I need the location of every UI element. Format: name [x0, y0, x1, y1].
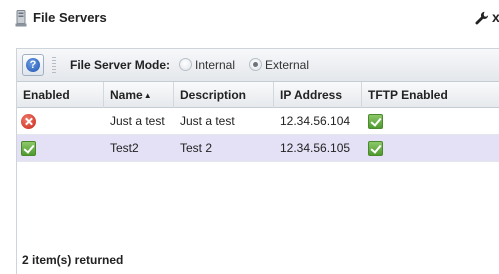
mode-external-radio[interactable] [249, 58, 262, 71]
tftp-enabled-cell [362, 135, 499, 162]
tftp-enabled-cell [362, 108, 499, 135]
file-server-mode-label: File Server Mode: [70, 58, 171, 72]
server-icon [15, 10, 27, 27]
help-icon: ? [26, 58, 40, 72]
toolbar: ? File Server Mode: Internal External [17, 49, 499, 82]
name-cell: Just a test [110, 114, 165, 128]
file-servers-panel: ? File Server Mode: Internal External En… [16, 48, 499, 274]
ip-address-cell: 12.34.56.105 [280, 141, 351, 155]
checkmark-icon [21, 141, 36, 156]
close-icon[interactable]: x [492, 9, 499, 25]
title-bar: File Servers x [0, 0, 499, 36]
window-title: File Servers [33, 10, 107, 25]
checkmark-icon [368, 114, 383, 129]
checkmark-icon [368, 141, 383, 156]
name-cell: Test2 [110, 141, 139, 155]
mode-internal-label[interactable]: Internal [195, 58, 235, 72]
toolbar-grip [52, 57, 56, 74]
ip-address-cell: 12.34.56.104 [280, 114, 351, 128]
table-row[interactable]: Test2 Test 2 12.34.56.105 [17, 135, 499, 162]
description-cell: Test 2 [180, 141, 213, 155]
column-header-description[interactable]: Description [174, 82, 274, 108]
item-count-status: 2 item(s) returned [22, 253, 124, 267]
help-button[interactable]: ? [22, 54, 44, 76]
wrench-icon[interactable] [475, 11, 489, 25]
description-cell: Just a test [180, 114, 235, 128]
enabled-cell [17, 135, 104, 162]
column-header-tftp-enabled[interactable]: TFTP Enabled [362, 82, 499, 108]
sort-ascending-icon: ▲ [143, 91, 152, 100]
disabled-x-icon [21, 114, 36, 129]
mode-internal-radio[interactable] [179, 58, 192, 71]
column-header-name[interactable]: Name▲ [104, 82, 174, 108]
column-header-enabled[interactable]: Enabled [17, 82, 104, 108]
grid-header: Enabled Name▲ Description IP Address TFT… [17, 82, 499, 108]
mode-external-label[interactable]: External [265, 58, 309, 72]
table-row[interactable]: Just a test Just a test 12.34.56.104 [17, 108, 499, 135]
enabled-cell [17, 108, 104, 135]
column-header-ip-address[interactable]: IP Address [274, 82, 362, 108]
